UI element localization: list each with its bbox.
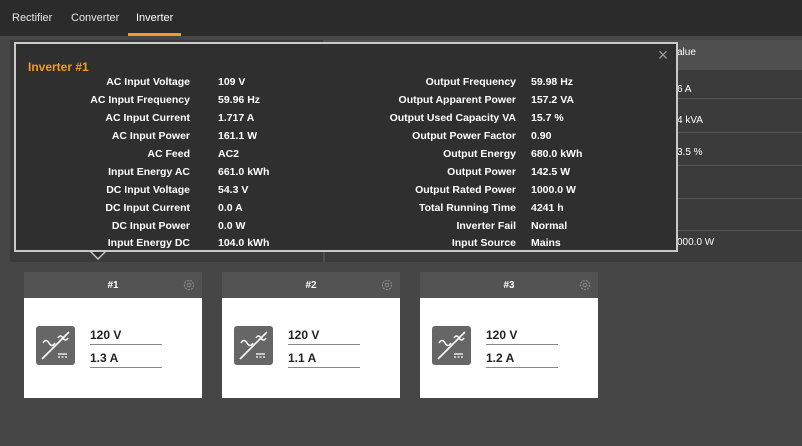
field-value: 0.0 W — [218, 220, 246, 232]
gear-icon[interactable] — [578, 278, 592, 292]
field-label: Output Power Factor — [412, 130, 516, 142]
inverter-icon — [432, 326, 471, 365]
field-value: 1000.0 W — [531, 184, 576, 196]
tab-bar: Rectifier Converter Inverter — [0, 0, 802, 36]
inverter-card-1[interactable]: #1 120 V 1.3 A — [24, 272, 202, 398]
field-value: 15.7 % — [531, 112, 564, 124]
field-label: Output Rated Power — [415, 184, 516, 196]
field-value: 59.96 Hz — [218, 94, 261, 106]
tab-inverter[interactable]: Inverter — [136, 12, 173, 24]
field-label: DC Input Power — [111, 220, 190, 232]
field-value: 142.5 W — [531, 166, 571, 178]
gear-icon[interactable] — [380, 278, 394, 292]
active-tab-indicator — [128, 33, 181, 36]
card-divider — [486, 367, 558, 368]
card-title: #2 — [305, 280, 317, 291]
field-value: 4241 h — [531, 202, 564, 214]
field-label: Output Frequency — [425, 76, 516, 88]
field-value: 161.1 W — [218, 130, 258, 142]
field-label: Output Power — [447, 166, 516, 178]
card-divider — [90, 367, 162, 368]
table-cell-value: 4 kVA — [677, 115, 703, 126]
card-title: #1 — [107, 280, 119, 291]
field-label: AC Input Voltage — [106, 76, 190, 88]
field-label: Output Apparent Power — [398, 94, 516, 106]
card-current: 1.3 A — [90, 351, 119, 365]
field-label: Total Running Time — [418, 202, 516, 214]
field-label: DC Input Current — [105, 202, 190, 214]
tab-rectifier[interactable]: Rectifier — [12, 12, 52, 24]
card-voltage: 120 V — [90, 328, 122, 342]
field-value: 680.0 kWh — [531, 148, 583, 160]
field-value: 59.98 Hz — [531, 76, 574, 88]
field-label: Input Source — [451, 237, 516, 249]
card-divider — [288, 344, 360, 345]
tab-converter[interactable]: Converter — [71, 12, 119, 24]
field-value: 104.0 kWh — [218, 237, 270, 249]
field-label: Output Used Capacity VA — [389, 112, 516, 124]
table-cell-value: 3.5 % — [677, 147, 703, 158]
field-label: DC Input Voltage — [106, 184, 190, 196]
popup-pointer-inner — [92, 252, 104, 258]
field-label: AC Input Current — [105, 112, 190, 124]
field-value: 1.717 A — [218, 112, 255, 124]
inverter-card-2[interactable]: #2 120 V 1.1 A — [222, 272, 400, 398]
card-voltage: 120 V — [486, 328, 518, 342]
close-icon[interactable]: × — [654, 46, 672, 64]
field-value: Mains — [531, 237, 561, 249]
card-divider — [90, 344, 162, 345]
gear-icon[interactable] — [182, 278, 196, 292]
field-label: Input Energy AC — [108, 166, 190, 178]
field-value: 0.0 A — [218, 202, 243, 214]
field-label: AC Feed — [147, 148, 190, 160]
card-divider — [288, 367, 360, 368]
card-header: #2 — [222, 272, 400, 298]
field-value: 54.3 V — [218, 184, 249, 196]
popup-title: Inverter #1 — [28, 60, 89, 74]
table-cell-value: 6 A — [677, 84, 692, 95]
card-divider — [486, 344, 558, 345]
table-cell-value: 000.0 W — [677, 237, 715, 248]
card-title: #3 — [503, 280, 515, 291]
table-header-value: alue — [677, 47, 696, 58]
field-value: Normal — [531, 220, 568, 232]
field-label: Output Energy — [443, 148, 516, 160]
field-label: AC Input Power — [111, 130, 190, 142]
inverter-card-3[interactable]: #3 120 V 1.2 A — [420, 272, 598, 398]
card-voltage: 120 V — [288, 328, 320, 342]
field-value: 0.90 — [531, 130, 552, 142]
field-value: 109 V — [218, 76, 246, 88]
field-value: 157.2 VA — [531, 94, 574, 106]
field-label: AC Input Frequency — [90, 94, 190, 106]
field-value: 661.0 kWh — [218, 166, 270, 178]
card-current: 1.1 A — [288, 351, 317, 365]
field-label: Inverter Fail — [456, 220, 516, 232]
inverter-icon — [234, 326, 273, 365]
inverter-icon — [36, 326, 75, 365]
card-current: 1.2 A — [486, 351, 515, 365]
inverter-detail-popup: Inverter #1 × AC Input Voltage 109 V AC … — [14, 42, 678, 252]
field-value: AC2 — [218, 148, 240, 160]
card-header: #1 — [24, 272, 202, 298]
card-header: #3 — [420, 272, 598, 298]
field-label: Input Energy DC — [107, 237, 190, 249]
